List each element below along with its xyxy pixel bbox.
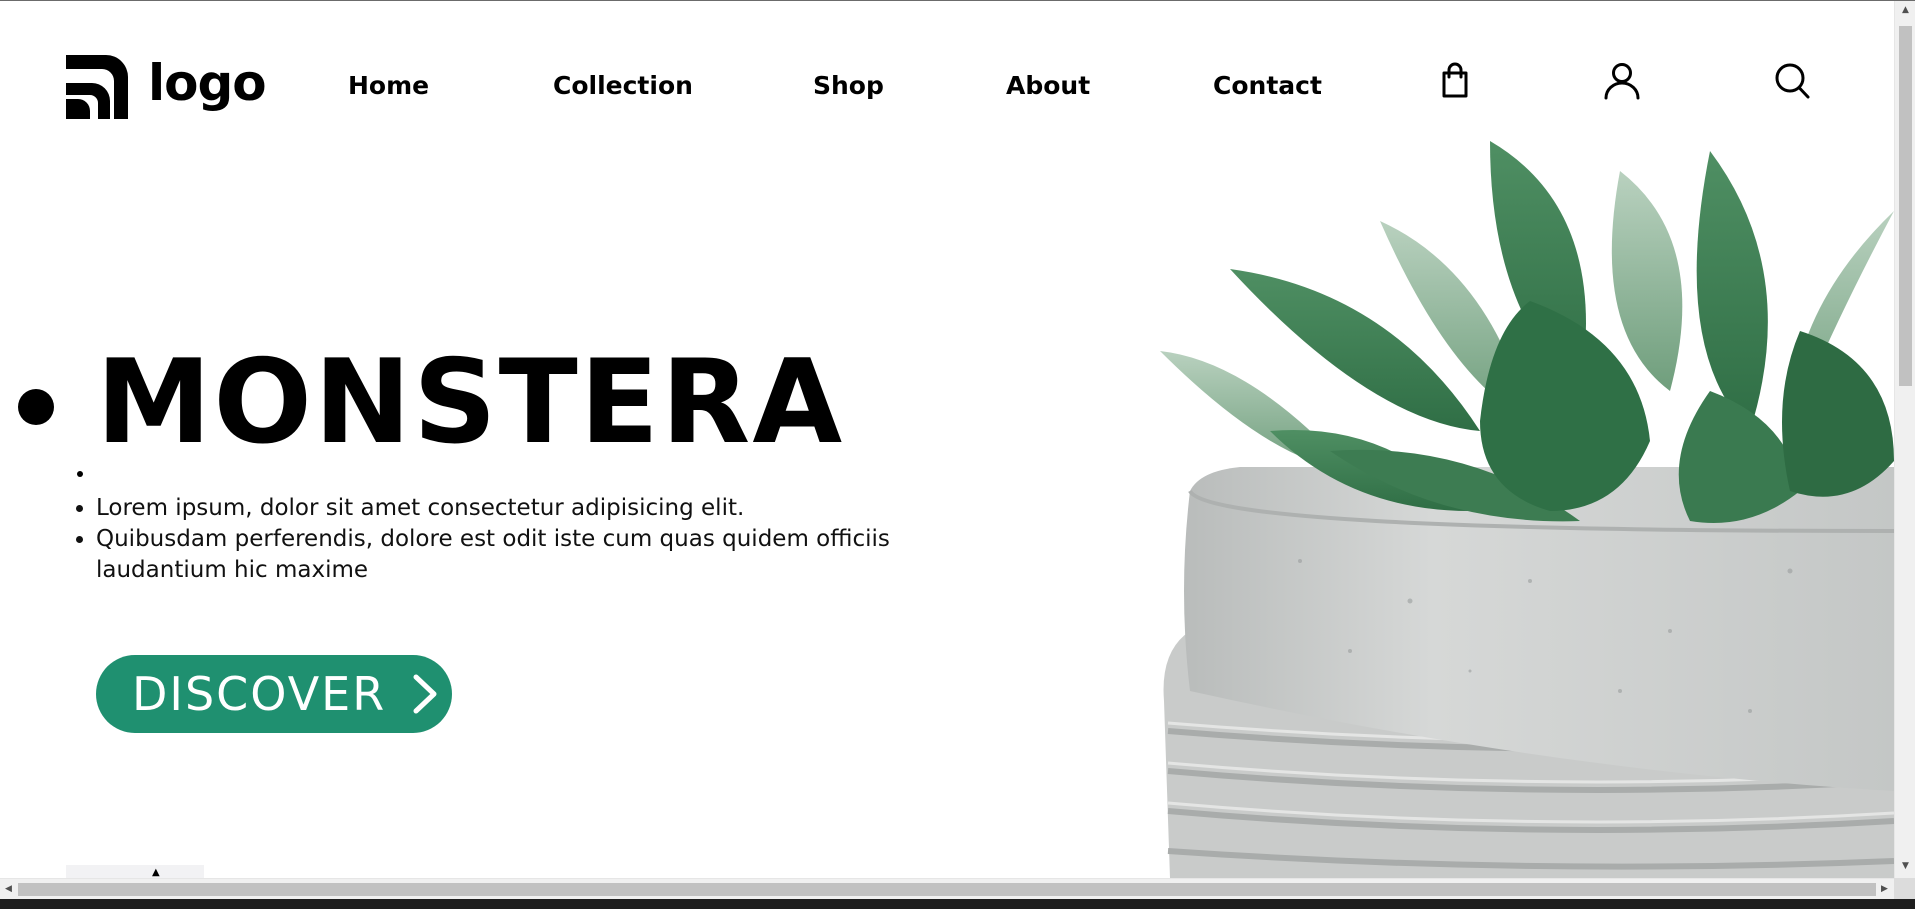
hero-section: MONSTERA Lorem ipsum, dolor sit amet con…: [70, 341, 970, 586]
hero-line-2: Quibusdam perferendis, dolore est odit i…: [96, 524, 970, 586]
nav-contact[interactable]: Contact: [1213, 71, 1322, 100]
user-icon: [1604, 63, 1640, 100]
succulent-pot-image: [1160, 141, 1894, 878]
shopping-bag-icon: [1442, 62, 1468, 98]
vertical-scroll-thumb[interactable]: [1899, 26, 1912, 386]
horizontal-scroll-thumb[interactable]: [18, 883, 1876, 896]
account-button[interactable]: [1600, 59, 1644, 103]
nav-shop[interactable]: Shop: [813, 71, 884, 100]
back-to-top-tab[interactable]: ▲: [66, 865, 204, 878]
logo[interactable]: logo: [66, 54, 267, 120]
scrollbar-corner: [1894, 878, 1915, 899]
scroll-right-arrow-icon[interactable]: ▶: [1879, 883, 1890, 896]
hero-list: MONSTERA Lorem ipsum, dolor sit amet con…: [70, 341, 970, 586]
nav-home[interactable]: Home: [348, 71, 429, 100]
taskbar-strip: [0, 899, 1915, 909]
vertical-scrollbar[interactable]: ▲ ▼: [1894, 1, 1915, 878]
hero-line-1: Lorem ipsum, dolor sit amet consectetur …: [96, 493, 970, 524]
cart-button[interactable]: [1433, 59, 1477, 103]
nav-collection[interactable]: Collection: [553, 71, 693, 100]
discover-label: DISCOVER: [132, 667, 387, 721]
chevron-right-icon: [413, 674, 437, 714]
search-icon: [1775, 63, 1810, 99]
horizontal-scrollbar[interactable]: ◀ ▶: [0, 878, 1894, 899]
scroll-up-arrow-icon[interactable]: ▲: [1900, 5, 1911, 16]
caret-up-icon: ▲: [152, 867, 160, 878]
search-button[interactable]: [1770, 59, 1814, 103]
hero-title: MONSTERA: [96, 341, 970, 465]
scroll-down-arrow-icon[interactable]: ▼: [1900, 861, 1911, 872]
discover-button[interactable]: DISCOVER: [96, 655, 452, 733]
nav-about[interactable]: About: [1006, 71, 1090, 100]
logo-mark-icon: [66, 55, 128, 119]
scroll-left-arrow-icon[interactable]: ◀: [3, 883, 14, 896]
page-viewport: logo Home Collection Shop About Contact …: [0, 1, 1894, 878]
logo-text: logo: [148, 54, 267, 112]
